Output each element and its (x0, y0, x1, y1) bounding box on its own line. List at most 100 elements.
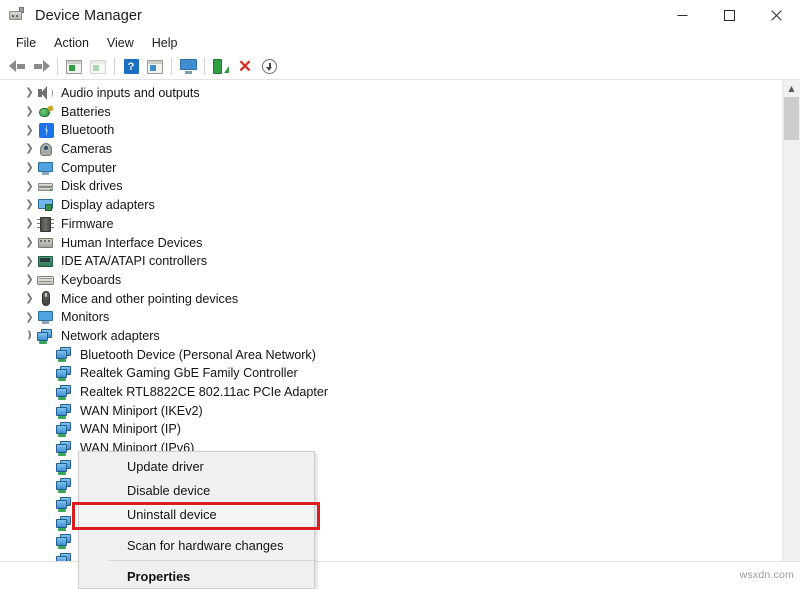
tree-item-wan-miniport-ip[interactable]: WAN Miniport (IP) (0, 420, 782, 439)
menu-help[interactable]: Help (143, 34, 187, 52)
network-adapter-icon (56, 366, 73, 381)
network-adapter-icon (56, 404, 73, 419)
chevron-right-icon[interactable]: ❯ (22, 182, 37, 192)
context-menu-item-uninstall-device[interactable]: Uninstall device (79, 502, 314, 526)
tree-item-bluetooth-device-personal-area-network[interactable]: Bluetooth Device (Personal Area Network) (0, 346, 782, 365)
chevron-right-icon[interactable]: ❯ (22, 219, 37, 229)
tree-item-wan-miniport-ikev2[interactable]: WAN Miniport (IKEv2) (0, 402, 782, 421)
tree-item-ide-ata-atapi-controllers[interactable]: ❯ IDE ATA/ATAPI controllers (0, 252, 782, 271)
network-adapter-icon (56, 385, 73, 400)
toolbar-separator (114, 58, 115, 75)
context-menu-separator (109, 529, 314, 530)
hid-icon (37, 235, 54, 250)
tree-item-label: Cameras (61, 143, 112, 156)
network-adapter-icon (56, 441, 73, 456)
chevron-right-icon[interactable]: ❯ (22, 257, 37, 267)
network-adapter-icon (56, 497, 73, 512)
tree-item-realtek-rtl8822ce-adapter[interactable]: Realtek RTL8822CE 802.11ac PCIe Adapter (0, 383, 782, 402)
network-adapter-icon (56, 516, 73, 531)
tree-item-cameras[interactable]: ❯ Cameras (0, 140, 782, 159)
tree-item-label: Firmware (61, 218, 113, 231)
help-button[interactable]: ? (119, 56, 143, 78)
tree-item-label: Network adapters (61, 330, 160, 343)
chevron-right-icon[interactable]: ❯ (22, 126, 37, 136)
uninstall-device-button[interactable]: ✕ (233, 56, 257, 78)
tree-item-label: Human Interface Devices (61, 237, 202, 250)
chevron-right-icon[interactable]: ❯ (22, 294, 37, 304)
tree-item-monitors[interactable]: ❯ Monitors (0, 308, 782, 327)
speaker-icon (37, 86, 54, 101)
chevron-right-icon[interactable]: ❯ (22, 313, 37, 323)
back-icon (9, 60, 26, 73)
tree-item-label: Bluetooth (61, 124, 114, 137)
context-menu-item-scan-for-hardware-changes[interactable]: Scan for hardware changes (79, 533, 314, 557)
enable-device-button[interactable] (209, 56, 233, 78)
chevron-right-icon[interactable]: ❯ (22, 238, 37, 248)
chevron-right-icon[interactable]: ❯ (22, 107, 37, 117)
tree-item-label: WAN Miniport (IP) (80, 423, 181, 436)
vertical-scrollbar[interactable]: ▲ ▼ (782, 80, 800, 584)
menu-view[interactable]: View (98, 34, 143, 52)
toolbar-separator (57, 58, 58, 75)
show-hide-console-tree-button[interactable] (62, 56, 86, 78)
tree-item-label: IDE ATA/ATAPI controllers (61, 255, 207, 268)
chevron-right-icon[interactable]: ❯ (22, 275, 37, 285)
context-menu-item-disable-device[interactable]: Disable device (79, 478, 314, 502)
maximize-icon (724, 10, 735, 21)
battery-icon (37, 105, 54, 120)
title-bar: Device Manager (0, 0, 800, 31)
update-driver-button[interactable] (143, 56, 167, 78)
toolbar-separator (171, 58, 172, 75)
network-adapter-icon (56, 422, 73, 437)
tree-item-firmware[interactable]: ❯ Firmware (0, 215, 782, 234)
network-adapter-icon (56, 534, 73, 549)
install-legacy-hardware-button[interactable] (257, 56, 281, 78)
forward-icon (33, 60, 50, 73)
properties-button[interactable] (86, 56, 110, 78)
tree-item-disk-drives[interactable]: ❯ Disk drives (0, 177, 782, 196)
network-adapter-icon (56, 347, 73, 362)
tree-item-mice-and-other-pointing-devices[interactable]: ❯ Mice and other pointing devices (0, 290, 782, 309)
menu-action[interactable]: Action (45, 34, 98, 52)
install-legacy-hardware-icon (262, 59, 277, 74)
close-icon (771, 10, 782, 21)
tree-item-network-adapters[interactable]: ❫ Network adapters (0, 327, 782, 346)
chevron-right-icon[interactable]: ❯ (22, 144, 37, 154)
forward-button[interactable] (29, 56, 53, 78)
toolbar-separator (204, 58, 205, 75)
scroll-up-button[interactable]: ▲ (783, 80, 800, 97)
chevron-right-icon[interactable]: ❯ (22, 163, 37, 173)
tree-item-label: Bluetooth Device (Personal Area Network) (80, 349, 316, 362)
menu-file[interactable]: File (7, 34, 45, 52)
tree-item-audio-inputs-and-outputs[interactable]: ❯ Audio inputs and outputs (0, 84, 782, 103)
show-hide-console-tree-icon (66, 60, 82, 74)
minimize-button[interactable] (659, 0, 706, 31)
monitor-icon (37, 310, 54, 325)
network-adapter-icon (56, 460, 73, 475)
scan-for-hardware-changes-icon (180, 59, 197, 74)
scrollbar-track[interactable] (783, 140, 800, 567)
tree-item-human-interface-devices[interactable]: ❯ Human Interface Devices (0, 234, 782, 253)
tree-item-computer[interactable]: ❯ Computer (0, 159, 782, 178)
tree-item-display-adapters[interactable]: ❯ Display adapters (0, 196, 782, 215)
network-adapter-icon (37, 329, 54, 344)
scrollbar-thumb[interactable] (784, 97, 799, 140)
context-menu-item-properties[interactable]: Properties (79, 564, 314, 588)
context-menu-item-update-driver[interactable]: Update driver (79, 454, 314, 478)
firmware-icon (37, 217, 54, 232)
close-button[interactable] (753, 0, 800, 31)
tree-item-keyboards[interactable]: ❯ Keyboards (0, 271, 782, 290)
device-manager-window: Device Manager File Action (0, 0, 800, 584)
tree-item-label: Display adapters (61, 199, 155, 212)
tree-item-label: Keyboards (61, 274, 121, 287)
scan-for-hardware-changes-button[interactable] (176, 56, 200, 78)
maximize-button[interactable] (706, 0, 753, 31)
tree-item-batteries[interactable]: ❯ Batteries (0, 103, 782, 122)
tree-item-bluetooth[interactable]: ❯ ᛀ Bluetooth (0, 121, 782, 140)
back-button[interactable] (5, 56, 29, 78)
chevron-right-icon[interactable]: ❯ (22, 200, 37, 210)
chevron-down-icon[interactable]: ❫ (22, 331, 37, 341)
tree-item-realtek-gaming-gbe-family-controller[interactable]: Realtek Gaming GbE Family Controller (0, 364, 782, 383)
chevron-right-icon[interactable]: ❯ (22, 88, 37, 98)
disk-drive-icon (37, 179, 54, 194)
